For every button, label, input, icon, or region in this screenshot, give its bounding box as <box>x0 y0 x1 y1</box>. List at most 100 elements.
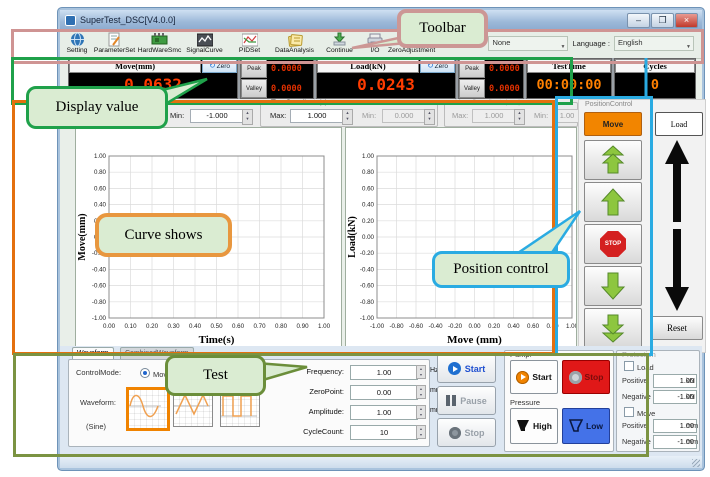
test-pause-button[interactable]: Pause <box>437 386 496 415</box>
svg-text:-0.40: -0.40 <box>428 323 443 330</box>
svg-text:0.40: 0.40 <box>507 323 520 330</box>
frequency-input[interactable]: 1.00 <box>350 365 418 380</box>
move-coordinate-label: MoveCoordinate(mm) <box>453 99 523 106</box>
position-load-button[interactable]: Load <box>655 112 703 136</box>
max1-input[interactable]: 1.000 <box>290 109 344 123</box>
down-arrow-icon <box>600 272 626 300</box>
zeropoint-spinner[interactable]: ▲ ▼ <box>416 385 426 399</box>
load-valley-label[interactable]: Valley <box>459 79 485 98</box>
load-valley-value: 0.0000 <box>489 83 520 94</box>
test-time-title: TestTime <box>527 59 611 73</box>
fast-up-button[interactable] <box>584 140 642 180</box>
maximize-button[interactable]: ❐ <box>651 13 674 28</box>
zero-reset-icon: ↻ <box>426 61 434 70</box>
amplitude-spinner[interactable]: ▲ ▼ <box>416 405 426 419</box>
svg-text:0.40: 0.40 <box>189 323 202 330</box>
svg-text:0.20: 0.20 <box>146 323 159 330</box>
svg-text:0.70: 0.70 <box>253 323 266 330</box>
toolbar-item-parameterset[interactable]: ParameterSet <box>92 32 137 54</box>
stop-motion-button[interactable]: STOP <box>584 224 642 264</box>
max2-spinner[interactable]: ▲ ▼ <box>514 109 525 125</box>
toolbar-item-pidset[interactable]: PIDSet <box>227 32 272 54</box>
move-peak-valley: Peak 0.0000 Valley 0.0000 <box>240 58 314 99</box>
test-method-dropdown[interactable]: None ▼ <box>488 36 569 51</box>
cyclecount-input[interactable]: 10 <box>350 425 418 440</box>
test-time-display: TestTime 00:00:00 <box>526 58 612 99</box>
min1-spinner[interactable]: ▲ ▼ <box>242 109 253 125</box>
test-control-panel: Waveform CombinedWaveform ControlMode: M… <box>60 346 702 456</box>
reset-button[interactable]: Reset <box>651 316 703 340</box>
cycles-title: Cycles <box>615 59 695 73</box>
resize-grip[interactable] <box>692 459 700 467</box>
pressure-low-button[interactable]: Low <box>562 408 610 444</box>
app-icon <box>65 14 76 26</box>
max1-spinner[interactable]: ▲ ▼ <box>342 109 353 125</box>
control-mode-label: ControlMode: <box>76 368 122 377</box>
svg-text:Load(kN): Load(kN) <box>347 216 358 258</box>
toolbar-item-io[interactable]: I/O <box>362 32 388 54</box>
pump-stop-button[interactable]: Stop <box>562 360 610 394</box>
pump-start-button[interactable]: Start <box>510 360 558 394</box>
max2-label: Max: <box>452 111 469 120</box>
min1-label: Min: <box>170 111 185 120</box>
move-valley-label[interactable]: Valley <box>241 79 267 98</box>
toolbar-item-continue[interactable]: Continue <box>317 32 362 54</box>
load-zero-button[interactable]: ↻ Zero <box>420 59 455 73</box>
move-zero-button[interactable]: ↻ Zero <box>202 59 237 73</box>
chevron-down-icon: ▼ <box>560 44 566 50</box>
svg-text:1.00: 1.00 <box>94 153 107 160</box>
cyclecount-spinner[interactable]: ▲ ▼ <box>416 425 426 439</box>
continue-icon <box>317 32 362 47</box>
language-dropdown[interactable]: English ▼ <box>614 36 694 51</box>
min3-label: Min: <box>534 111 549 120</box>
test-stop-button[interactable]: Stop <box>437 418 496 447</box>
svg-text:-0.60: -0.60 <box>92 283 107 290</box>
pressure-high-button[interactable]: High <box>510 408 558 444</box>
svg-text:0.80: 0.80 <box>94 169 107 176</box>
max2-input[interactable]: 1.000 <box>472 109 516 123</box>
min1-input[interactable]: -1.000 <box>190 109 244 123</box>
svg-text:1.00: 1.00 <box>318 323 331 330</box>
sine-wave-button[interactable] <box>126 387 170 431</box>
waveform-name: (Sine) <box>86 422 107 431</box>
amplitude-input[interactable]: 1.00 <box>350 405 418 420</box>
protection-load-checkbox[interactable]: Load <box>624 361 654 372</box>
svg-text:0.00: 0.00 <box>362 234 375 241</box>
toolbar-item-dataanalysis[interactable]: DataAnalysis <box>272 32 317 54</box>
svg-text:0.60: 0.60 <box>94 185 107 192</box>
svg-text:Time(s): Time(s) <box>199 334 235 346</box>
svg-text:-0.60: -0.60 <box>360 283 375 290</box>
toolbar-item-signalcurve[interactable]: SignalCurve <box>182 32 227 54</box>
toolbar-item-setting[interactable]: Setting <box>62 32 92 54</box>
test-start-button[interactable]: Start <box>437 354 496 383</box>
fast-down-button[interactable] <box>584 308 642 348</box>
pressure-label: Pressure <box>510 398 541 407</box>
minimize-button[interactable]: – <box>627 13 650 28</box>
cyclecount-label: CycleCount: <box>303 427 344 436</box>
position-move-button[interactable]: Move <box>584 112 642 136</box>
move-peak-label[interactable]: Peak <box>241 59 267 78</box>
move-peak-value: 0.0000 <box>271 63 302 74</box>
window-title: SuperTest_DSC[V4.0.0] <box>80 15 176 25</box>
data-analysis-icon <box>272 32 317 47</box>
toolbar-item-hardwaresmc[interactable]: HardWareSmc <box>137 32 182 54</box>
vertical-double-arrow <box>665 140 689 311</box>
svg-text:-0.40: -0.40 <box>360 266 375 273</box>
double-down-arrow-icon <box>601 314 625 343</box>
down-button[interactable] <box>584 266 642 306</box>
min2-spinner[interactable]: ▲ ▼ <box>424 109 435 125</box>
load-peak-label[interactable]: Peak <box>459 59 485 78</box>
zeropoint-input[interactable]: 0.00 <box>350 385 418 400</box>
position-control-group-label: PositionControl <box>585 101 633 108</box>
callout-curve-shows: Curve shows <box>95 213 232 257</box>
status-bar <box>60 456 702 468</box>
frequency-spinner[interactable]: ▲ ▼ <box>416 365 426 379</box>
min3-input[interactable]: 1.00 <box>554 109 580 123</box>
amplitude-label: Amplitude: <box>308 407 344 416</box>
load-title: Load(kN) <box>317 59 419 73</box>
protection-move-checkbox[interactable]: Move <box>624 407 655 418</box>
up-button[interactable] <box>584 182 642 222</box>
close-button[interactable]: × <box>675 13 698 28</box>
title-bar[interactable]: SuperTest_DSC[V4.0.0] – ❐ × <box>60 10 702 30</box>
min2-input[interactable]: 0.000 <box>382 109 426 123</box>
